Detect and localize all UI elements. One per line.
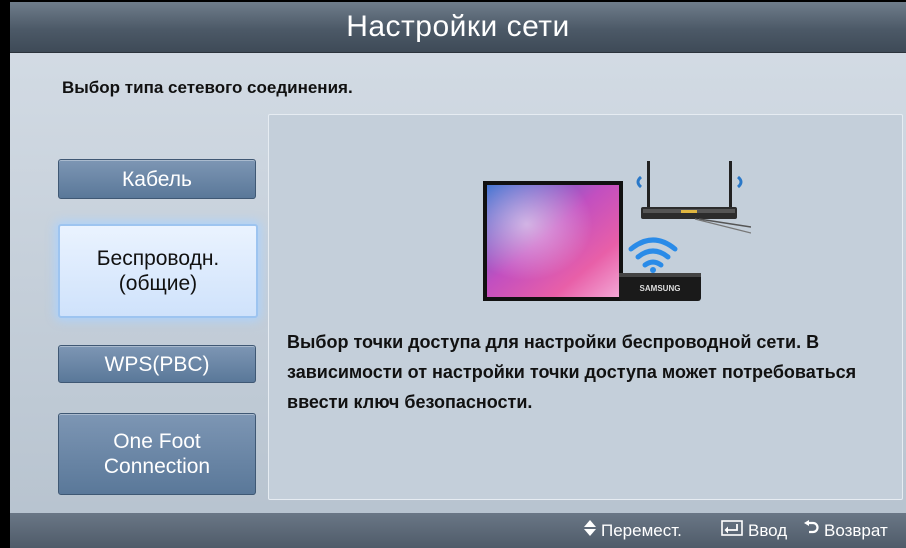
one-foot-connection-button-label: One Foot Connection [103, 430, 211, 478]
wps-pbc-button[interactable]: WPS(PBC) [58, 345, 256, 383]
tv-screen: Настройки сети Выбор типа сетевого соеди… [0, 0, 906, 548]
tv-icon [483, 181, 623, 301]
router-icon [636, 161, 751, 234]
return-icon [803, 513, 819, 548]
description-panel: SAMSUNG Выбор точки доступа для настройк… [268, 114, 903, 500]
wireless-general-button[interactable]: Беспроводн. (общие) [58, 224, 258, 318]
wireless-general-button-label: Беспроводн. (общие) [96, 247, 220, 295]
move-hint-label: Перемест. [601, 521, 682, 540]
wps-pbc-button-label: WPS(PBC) [104, 352, 210, 376]
return-hint: Возврат [803, 513, 888, 548]
network-settings-panel: Настройки сети Выбор типа сетевого соеди… [10, 2, 906, 548]
return-hint-label: Возврат [824, 521, 888, 540]
cable-button[interactable]: Кабель [58, 159, 256, 199]
title-bar: Настройки сети [10, 2, 906, 53]
description-text: Выбор точки доступа для настройки беспро… [287, 332, 857, 412]
enter-hint-label: Ввод [748, 521, 788, 540]
connection-type-prompt: Выбор типа сетевого соединения. [62, 78, 353, 97]
move-hint: Перемест. [584, 513, 682, 548]
enter-hint: Ввод [721, 513, 787, 548]
help-bar: Перемест. Ввод Возврат [10, 513, 906, 548]
updown-arrow-icon [584, 513, 596, 548]
one-foot-connection-button[interactable]: One Foot Connection [58, 413, 256, 495]
samsung-adapter-icon: SAMSUNG [619, 273, 701, 301]
wifi-icon [628, 237, 678, 273]
wireless-connection-illustration: SAMSUNG [483, 161, 751, 301]
page-title: Настройки сети [346, 10, 570, 43]
cable-button-label: Кабель [122, 167, 192, 191]
samsung-brand-label: SAMSUNG [640, 284, 681, 293]
enter-icon [721, 513, 743, 548]
